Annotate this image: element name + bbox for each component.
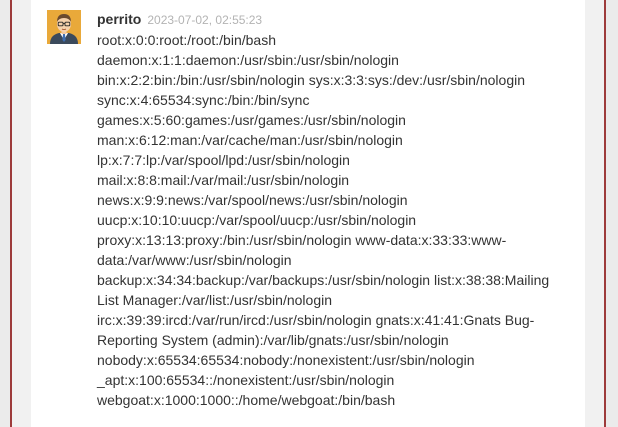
avatar-man-glasses-icon (47, 10, 81, 44)
comment-line: webgoat:x:1000:1000::/home/webgoat:/bin/… (97, 392, 396, 408)
comment-line: root:x:0:0:root:/root:/bin/bash (97, 32, 276, 48)
comment-line: news:x:9:9:news:/var/spool/news:/usr/sbi… (97, 192, 408, 208)
comment-line: irc:x:39:39:ircd:/var/run/ircd:/usr/sbin… (97, 312, 535, 328)
comment-line: backup:x:34:34:backup:/var/backups:/usr/… (97, 272, 550, 288)
comment-line: Reporting System (admin):/var/lib/gnats:… (97, 332, 449, 348)
comment-line: sync:x:4:65534:sync:/bin:/bin/sync (97, 92, 310, 108)
comment-line: proxy:x:13:13:proxy:/bin:/usr/sbin/nolog… (97, 232, 507, 248)
comment-line: mail:x:8:8:mail:/var/mail:/usr/sbin/nolo… (97, 172, 350, 188)
comment-line: List Manager:/var/list:/usr/sbin/nologin (97, 292, 332, 308)
comment-timestamp: 2023-07-02, 02:55:23 (147, 13, 263, 27)
comment-line: nobody:x:65534:65534:nobody:/nonexistent… (97, 352, 475, 368)
comment-line: man:x:6:12:man:/var/cache/man:/usr/sbin/… (97, 132, 403, 148)
comment-line: _apt:x:100:65534::/nonexistent:/usr/sbin… (97, 372, 395, 388)
comment-line: data:/var/www:/usr/sbin/nologin (97, 252, 292, 268)
comment-header: perrito 2023-07-02, 02:55:23 (97, 11, 262, 29)
comment-line: games:x:5:60:games:/usr/games:/usr/sbin/… (97, 112, 406, 128)
comment-body: root:x:0:0:root:/root:/bin/bash daemon:x… (97, 30, 565, 410)
comment-line: lp:x:7:7:lp:/var/spool/lpd:/usr/sbin/nol… (97, 152, 350, 168)
comment-line: uucp:x:10:10:uucp:/var/spool/uucp:/usr/s… (97, 212, 417, 228)
avatar (47, 10, 81, 44)
comment-line: daemon:x:1:1:daemon:/usr/sbin:/usr/sbin/… (97, 52, 399, 68)
comment-line: bin:x:2:2:bin:/bin:/usr/sbin/nologin sys… (97, 72, 526, 88)
comment-author[interactable]: perrito (97, 11, 141, 27)
